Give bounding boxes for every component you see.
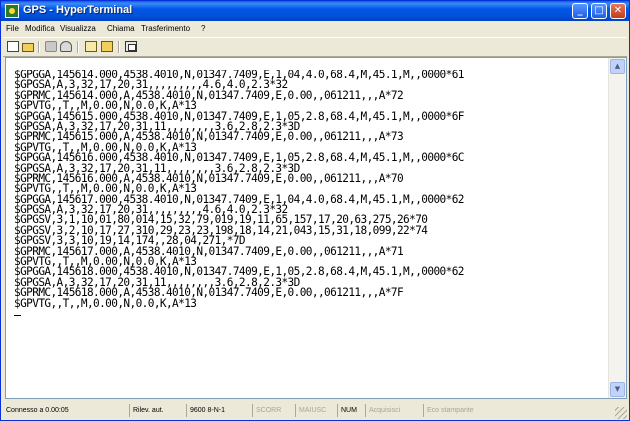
minimize-button[interactable]: _ <box>572 3 588 19</box>
toolbar-separator <box>118 41 120 53</box>
toolbar-separator <box>77 41 79 53</box>
scroll-down-button[interactable]: ▼ <box>610 382 625 397</box>
terminal-line: $GPVTG,,T,,M,0.00,N,0.0,K,A*13 <box>14 296 197 310</box>
terminal-cursor-line <box>14 309 608 319</box>
menu-help[interactable]: ? <box>201 24 205 33</box>
status-num: NUM <box>337 404 357 417</box>
status-scroll: SCORR <box>252 404 281 417</box>
menu-modifica[interactable]: Modifica <box>25 24 55 33</box>
receive-icon[interactable] <box>101 41 113 52</box>
text-cursor <box>14 314 21 316</box>
vertical-scrollbar[interactable]: ▲ ▼ <box>608 58 626 398</box>
window-title: GPS - HyperTerminal <box>23 4 133 16</box>
status-connection: Connesso a 0.00:05 <box>6 407 69 414</box>
hyperterminal-window: GPS - HyperTerminal _ □ ✕ File Modifica … <box>0 0 630 421</box>
send-icon[interactable] <box>85 41 97 52</box>
status-caps: MAIUSC <box>295 404 326 417</box>
close-button[interactable]: ✕ <box>610 3 626 19</box>
status-bar: Connesso a 0.00:05 Rilev. aut. 9600 8-N-… <box>3 402 627 419</box>
status-echo: Eco stampante <box>423 404 474 417</box>
menu-file[interactable]: File <box>6 24 19 33</box>
connect-icon[interactable] <box>45 41 57 52</box>
terminal-frame: $GPGGA,145614.000,4538.4010,N,01347.7409… <box>5 57 627 399</box>
hyperterminal-app-icon[interactable] <box>5 4 19 18</box>
status-settings: 9600 8-N-1 <box>186 404 225 417</box>
resize-grip[interactable] <box>615 407 627 419</box>
menu-bar: File Modifica Visualizza Chiama Trasferi… <box>3 22 627 36</box>
status-detect: Rilev. aut. <box>129 404 164 417</box>
menu-visualizza[interactable]: Visualizza <box>60 24 96 33</box>
status-capture: Acquisisci <box>365 404 400 417</box>
menu-chiama[interactable]: Chiama <box>107 24 135 33</box>
title-bar[interactable]: GPS - HyperTerminal _ □ ✕ <box>1 1 629 21</box>
toolbar-separator <box>38 41 40 53</box>
scroll-up-button[interactable]: ▲ <box>610 59 625 74</box>
open-icon[interactable] <box>22 43 34 52</box>
disconnect-icon[interactable] <box>60 41 72 52</box>
toolbar <box>3 37 627 57</box>
terminal-output[interactable]: $GPGGA,145614.000,4538.4010,N,01347.7409… <box>14 70 608 395</box>
properties-icon[interactable] <box>125 41 137 52</box>
new-icon[interactable] <box>7 41 19 52</box>
maximize-button[interactable]: □ <box>591 3 607 19</box>
menu-trasferimento[interactable]: Trasferimento <box>141 24 190 33</box>
